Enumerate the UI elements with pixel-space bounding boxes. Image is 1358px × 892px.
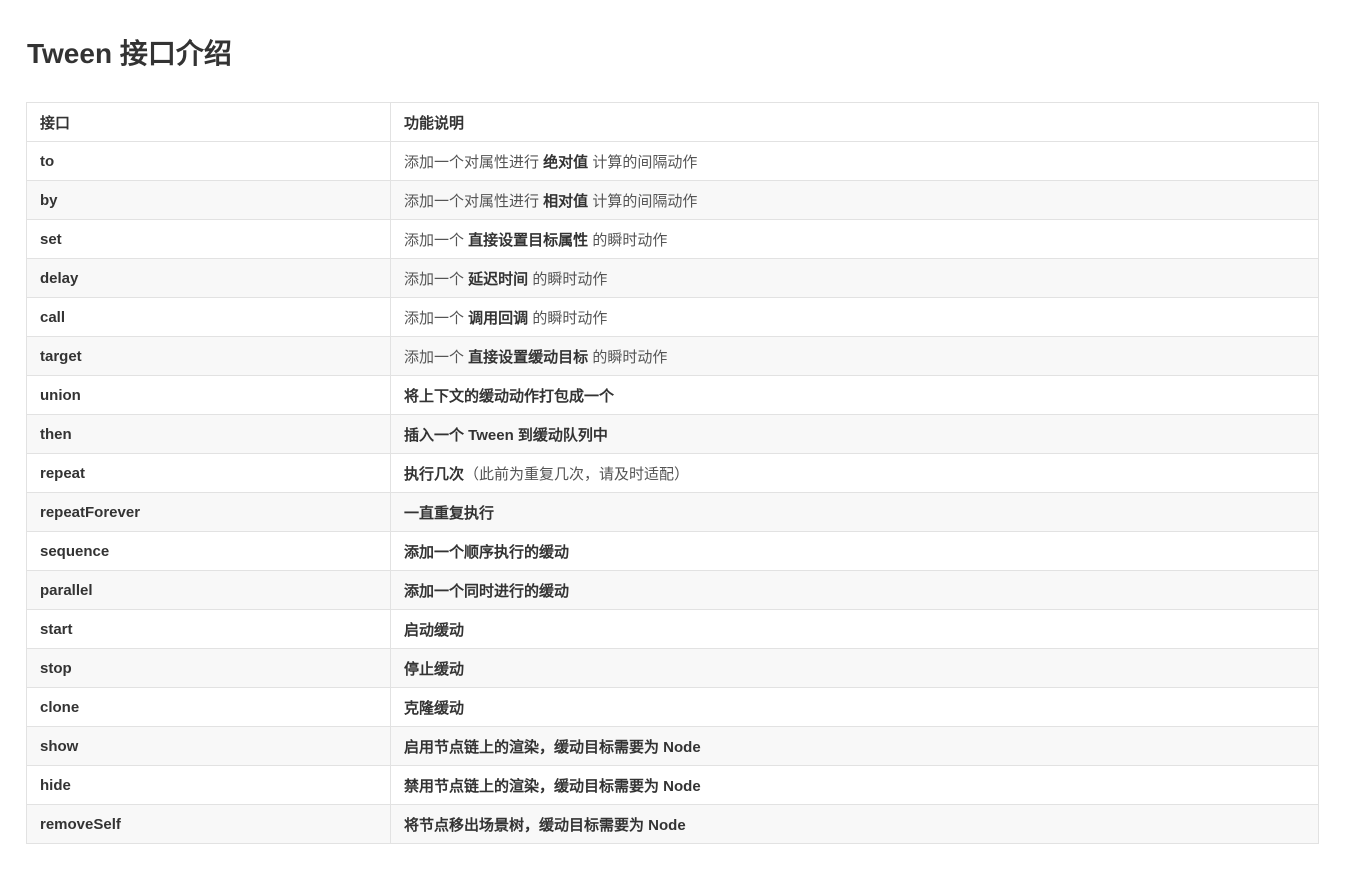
description-text: 添加一个: [404, 309, 469, 327]
table-row: target 添加一个 直接设置缓动目标 的瞬时动作: [26, 336, 1319, 376]
api-description-cell: 添加一个顺序执行的缓动: [390, 531, 1319, 571]
description-emphasis: 将上下文的缓动动作打包成一个: [404, 387, 615, 405]
description-emphasis: 执行几次: [404, 465, 465, 483]
table-row: by 添加一个对属性进行 相对值 计算的间隔动作: [26, 180, 1319, 220]
api-description-cell: 添加一个 延迟时间 的瞬时动作: [390, 258, 1319, 298]
api-description-cell: 添加一个对属性进行 绝对值 计算的间隔动作: [390, 141, 1319, 181]
description-emphasis: 启动缓动: [404, 621, 465, 639]
api-description-cell: 克隆缓动: [390, 687, 1319, 727]
description-emphasis: 添加一个顺序执行的缓动: [404, 543, 570, 561]
api-description-cell: 一直重复执行: [390, 492, 1319, 532]
table-row: union 将上下文的缓动动作打包成一个: [26, 375, 1319, 415]
description-emphasis: 直接设置目标属性: [468, 231, 589, 249]
table-row: parallel 添加一个同时进行的缓动: [26, 570, 1319, 610]
table-row: removeSelf 将节点移出场景树，缓动目标需要为 Node: [26, 804, 1319, 844]
api-name-cell: target: [26, 336, 391, 376]
description-emphasis: 相对值: [543, 192, 589, 210]
description-emphasis: 调用回调: [468, 309, 529, 327]
description-emphasis: 启用节点链上的渲染，缓动目标需要为 Node: [404, 738, 701, 756]
table-row: show 启用节点链上的渲染，缓动目标需要为 Node: [26, 726, 1319, 766]
description-text: 计算的间隔动作: [588, 153, 698, 171]
description-text: 添加一个: [404, 348, 469, 366]
api-description-cell: 执行几次（此前为重复几次，请及时适配）: [390, 453, 1319, 493]
description-emphasis: 插入一个 Tween 到缓动队列中: [404, 426, 608, 444]
api-description-cell: 添加一个 直接设置缓动目标 的瞬时动作: [390, 336, 1319, 376]
api-name-cell: sequence: [26, 531, 391, 571]
description-text: （此前为重复几次，请及时适配）: [464, 465, 690, 483]
api-name-cell: repeatForever: [26, 492, 391, 532]
description-emphasis: 禁用节点链上的渲染，缓动目标需要为 Node: [404, 777, 701, 795]
table-row: repeat 执行几次（此前为重复几次，请及时适配）: [26, 453, 1319, 493]
api-name-cell: stop: [26, 648, 391, 688]
api-description-cell: 插入一个 Tween 到缓动队列中: [390, 414, 1319, 454]
table-row: clone 克隆缓动: [26, 687, 1319, 727]
api-name-cell: call: [26, 297, 391, 337]
description-emphasis: 直接设置缓动目标: [468, 348, 589, 366]
api-description-cell: 启动缓动: [390, 609, 1319, 649]
table-body: to 添加一个对属性进行 绝对值 计算的间隔动作 by 添加一个对属性进行 相对值 计…: [26, 141, 1319, 844]
description-text: 添加一个对属性进行: [404, 153, 544, 171]
api-name-cell: removeSelf: [26, 804, 391, 844]
description-emphasis: 克隆缓动: [404, 699, 465, 717]
api-name-cell: show: [26, 726, 391, 766]
description-emphasis: 停止缓动: [404, 660, 465, 678]
table-row: to 添加一个对属性进行 绝对值 计算的间隔动作: [26, 141, 1319, 181]
api-description-cell: 禁用节点链上的渲染，缓动目标需要为 Node: [390, 765, 1319, 805]
description-text: 添加一个对属性进行: [404, 192, 544, 210]
table-row: delay 添加一个 延迟时间 的瞬时动作: [26, 258, 1319, 298]
api-description-cell: 添加一个 直接设置目标属性 的瞬时动作: [390, 219, 1319, 259]
api-name-cell: union: [26, 375, 391, 415]
description-text: 的瞬时动作: [528, 309, 608, 327]
page-title: Tween 接口介绍: [27, 38, 232, 69]
api-description-cell: 启用节点链上的渲染，缓动目标需要为 Node: [390, 726, 1319, 766]
api-description-cell: 添加一个对属性进行 相对值 计算的间隔动作: [390, 180, 1319, 220]
table-header-row: 接口 功能说明: [26, 102, 1319, 142]
api-table: 接口 功能说明 to 添加一个对属性进行 绝对值 计算的间隔动作 by 添加一个对属性…: [26, 102, 1319, 844]
api-description-cell: 将节点移出场景树，缓动目标需要为 Node: [390, 804, 1319, 844]
description-emphasis: 将节点移出场景树，缓动目标需要为 Node: [404, 816, 686, 834]
table-row: set 添加一个 直接设置目标属性 的瞬时动作: [26, 219, 1319, 259]
description-text: 添加一个: [404, 231, 469, 249]
table-row: hide 禁用节点链上的渲染，缓动目标需要为 Node: [26, 765, 1319, 805]
api-name-cell: delay: [26, 258, 391, 298]
description-text: 计算的间隔动作: [588, 192, 698, 210]
api-name-cell: set: [26, 219, 391, 259]
table-row: stop 停止缓动: [26, 648, 1319, 688]
api-name-cell: then: [26, 414, 391, 454]
api-name-cell: by: [26, 180, 391, 220]
description-emphasis: 一直重复执行: [404, 504, 495, 522]
description-emphasis: 添加一个同时进行的缓动: [404, 582, 570, 600]
description-text: 添加一个: [404, 270, 469, 288]
description-emphasis: 绝对值: [543, 153, 589, 171]
api-name-cell: hide: [26, 765, 391, 805]
api-name-cell: parallel: [26, 570, 391, 610]
api-description-cell: 添加一个 调用回调 的瞬时动作: [390, 297, 1319, 337]
api-description-cell: 停止缓动: [390, 648, 1319, 688]
description-emphasis: 延迟时间: [468, 270, 529, 288]
description-text: 的瞬时动作: [528, 270, 608, 288]
table-row: then 插入一个 Tween 到缓动队列中: [26, 414, 1319, 454]
api-description-cell: 将上下文的缓动动作打包成一个: [390, 375, 1319, 415]
api-description-cell: 添加一个同时进行的缓动: [390, 570, 1319, 610]
table-row: repeatForever 一直重复执行: [26, 492, 1319, 532]
api-name-cell: repeat: [26, 453, 391, 493]
description-text: 的瞬时动作: [588, 348, 668, 366]
header-interface: 接口: [26, 102, 391, 142]
header-description: 功能说明: [390, 102, 1319, 142]
table-row: start 启动缓动: [26, 609, 1319, 649]
table-row: call 添加一个 调用回调 的瞬时动作: [26, 297, 1319, 337]
api-name-cell: clone: [26, 687, 391, 727]
api-name-cell: start: [26, 609, 391, 649]
table-row: sequence 添加一个顺序执行的缓动: [26, 531, 1319, 571]
description-text: 的瞬时动作: [588, 231, 668, 249]
api-name-cell: to: [26, 141, 391, 181]
